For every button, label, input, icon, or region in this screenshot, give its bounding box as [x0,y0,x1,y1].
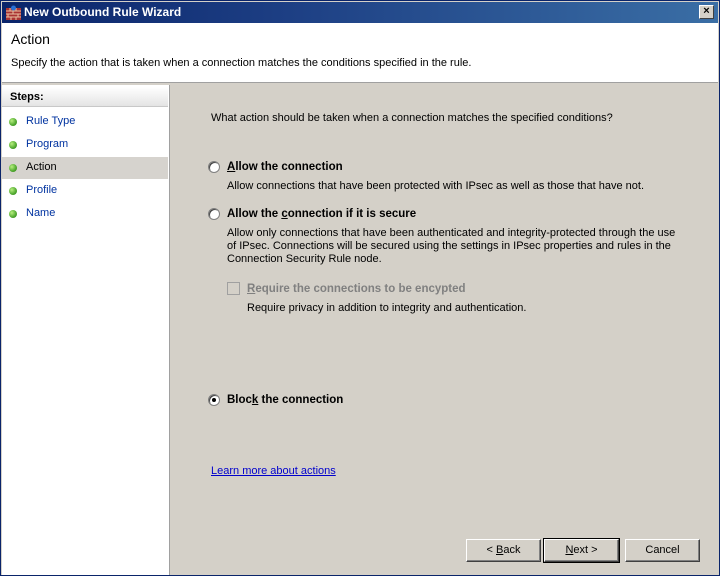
firewall-icon [6,5,21,20]
learn-more-link[interactable]: Learn more about actions [211,465,336,477]
require-encryption-checkbox[interactable] [227,282,240,295]
steps-pane: Steps: Rule Type Program Action Profile … [2,85,170,575]
page-description: Specify the action that is taken when a … [11,57,472,69]
step-name[interactable]: Name [2,203,168,225]
allow-secure-radio[interactable] [208,208,220,220]
step-bullet-icon [9,164,17,172]
wizard-window: New Outbound Rule Wizard × Action Specif… [0,0,720,576]
step-profile[interactable]: Profile [2,180,168,202]
allow-secure-label[interactable]: Allow the connection if it is secure [227,208,416,220]
window-title: New Outbound Rule Wizard [24,5,182,19]
step-bullet-icon [9,187,17,195]
back-button[interactable]: < Back [466,539,541,562]
action-prompt: What action should be taken when a conne… [211,112,613,124]
step-program[interactable]: Program [2,134,168,156]
step-label: Profile [26,184,58,196]
block-label[interactable]: Block the connection [227,394,343,406]
main-content: What action should be taken when a conne… [171,85,718,575]
close-button[interactable]: × [699,5,714,19]
block-radio[interactable] [208,394,220,406]
step-label: Action [26,161,57,173]
next-button[interactable]: Next > [543,538,620,563]
allow-radio[interactable] [208,161,220,173]
step-label: Rule Type [26,115,76,127]
page-header: Action Specify the action that is taken … [2,23,718,83]
require-encryption-label[interactable]: Require the connections to be encypted [247,283,466,295]
require-encryption-description: Require privacy in addition to integrity… [247,302,527,314]
allow-label[interactable]: Allow the connection [227,161,343,173]
cancel-button[interactable]: Cancel [625,539,700,562]
step-bullet-icon [9,210,17,218]
step-bullet-icon [9,118,17,126]
steps-heading: Steps: [2,87,168,107]
title-bar[interactable]: New Outbound Rule Wizard × [2,2,718,23]
step-action[interactable]: Action [2,157,168,179]
page-title: Action [11,31,50,47]
step-label: Program [26,138,69,150]
step-rule-type[interactable]: Rule Type [2,111,168,133]
close-icon: × [703,5,710,17]
step-bullet-icon [9,141,17,149]
allow-secure-description: Allow only connections that have been au… [227,227,676,265]
allow-description: Allow connections that have been protect… [227,180,645,192]
step-label: Name [26,207,56,219]
